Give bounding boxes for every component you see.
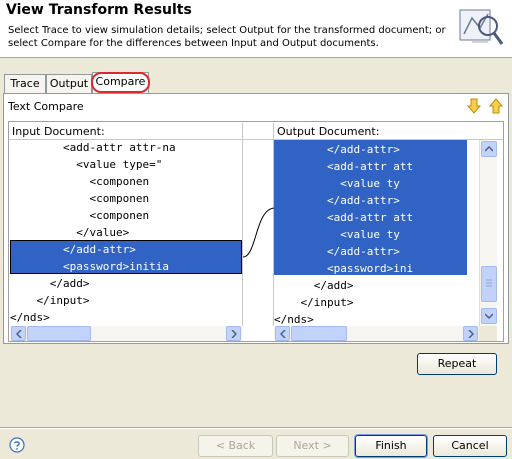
previous-difference-button[interactable] [487,97,505,115]
code-line: </input> [10,294,90,307]
repeat-button[interactable]: Repeat [417,353,497,375]
gutter-header [242,123,274,140]
code-line: </nds> [10,311,50,324]
help-icon [9,437,25,453]
scroll-right-button[interactable] [226,326,241,341]
diff-connector [242,207,276,258]
code-line: </add> [10,277,90,290]
next-button[interactable]: Next > [276,435,349,457]
output-document-label: Output Document: [274,123,503,140]
code-line: </add> [274,279,354,292]
diff-gutter [242,140,276,326]
scroll-up-button[interactable] [481,141,497,157]
description-line-1: Select Trace to view simulation details;… [8,25,446,36]
output-pane-margin [467,140,479,326]
code-line: <value ty [274,177,400,190]
code-line: </nds> [274,313,314,326]
code-line: <value type=" [10,158,163,171]
code-line: </add-attr> [274,245,400,258]
code-line: <password>ini [274,262,414,275]
chevron-right-icon [467,329,474,338]
scroll-thumb[interactable] [27,326,91,341]
back-button[interactable]: < Back [198,435,273,457]
scroll-left-button[interactable] [275,326,290,341]
grip-icon [486,279,492,287]
code-line: <value ty [274,228,400,241]
output-vertical-scrollbar[interactable] [479,140,497,326]
help-button[interactable] [9,437,25,453]
chevron-down-icon [485,313,493,319]
output-document-pane[interactable]: </add-attr> <add-attr att <value ty </ad… [274,140,479,326]
input-document-label: Input Document: [9,123,242,140]
scroll-right-button[interactable] [463,326,478,341]
tab-compare[interactable]: Compare [92,72,149,94]
code-line: <add-attr att [274,160,414,173]
footer-divider [0,427,512,429]
chevron-left-icon [15,329,22,338]
input-horizontal-scrollbar[interactable] [10,326,242,341]
code-line: </input> [274,296,354,309]
code-line: <componen [10,175,150,188]
page-title: View Transform Results [6,2,192,18]
output-horizontal-scrollbar[interactable] [274,326,479,341]
chevron-left-icon [279,329,286,338]
text-compare-title: Text Compare [8,100,84,113]
tab-output[interactable]: Output [46,74,92,93]
transform-wizard-icon [458,4,504,48]
input-document-pane[interactable]: <add-attr attr-na <value type=" <compone… [10,140,242,326]
finish-button[interactable]: Finish [354,434,428,458]
code-line: </value> [10,226,130,239]
scroll-thumb[interactable] [291,326,347,341]
scroll-left-button[interactable] [11,326,26,341]
code-line: <password>initia [10,260,169,273]
code-line: </add-attr> [274,143,400,156]
chevron-up-icon [485,146,493,152]
code-line: <componen [10,192,150,205]
arrow-down-icon [466,98,482,114]
scrollbar-corner [479,326,497,341]
next-difference-button[interactable] [465,97,483,115]
scroll-thumb[interactable] [481,266,497,302]
code-line: <componen [10,209,150,222]
chevron-right-icon [230,329,237,338]
scroll-down-button[interactable] [481,308,497,324]
tab-trace[interactable]: Trace [4,74,46,93]
code-line: </add-attr> [274,194,400,207]
cancel-button[interactable]: Cancel [433,435,507,457]
code-line: <add-attr att [274,211,414,224]
code-line: <add-attr attr-na [10,141,176,154]
code-line: </add-attr> [10,243,136,256]
description-line-2: select Compare for the differences betwe… [8,38,379,49]
arrow-up-icon [488,98,504,114]
